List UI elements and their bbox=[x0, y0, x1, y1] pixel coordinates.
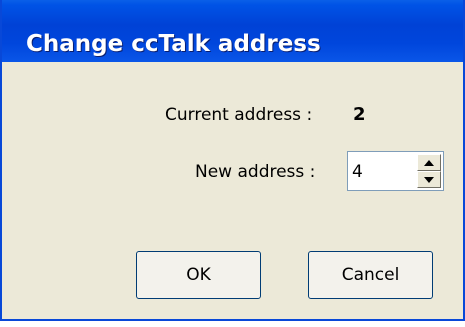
title-bar[interactable]: Change ccTalk address bbox=[2, 0, 463, 62]
new-address-spinbox bbox=[347, 151, 444, 191]
change-address-dialog: Change ccTalk address Current address : … bbox=[0, 0, 465, 321]
new-address-input[interactable] bbox=[352, 160, 410, 184]
window-title: Change ccTalk address bbox=[26, 31, 321, 57]
triangle-down-icon bbox=[424, 176, 434, 183]
current-address-value: 2 bbox=[353, 104, 366, 125]
spin-buttons bbox=[417, 154, 441, 188]
spin-down-button[interactable] bbox=[417, 171, 441, 188]
cancel-button[interactable]: Cancel bbox=[308, 251, 433, 299]
spin-up-button[interactable] bbox=[417, 154, 441, 171]
new-address-label: New address : bbox=[195, 162, 316, 182]
ok-button[interactable]: OK bbox=[136, 251, 261, 299]
current-address-label: Current address : bbox=[165, 105, 313, 125]
triangle-up-icon bbox=[424, 159, 434, 166]
